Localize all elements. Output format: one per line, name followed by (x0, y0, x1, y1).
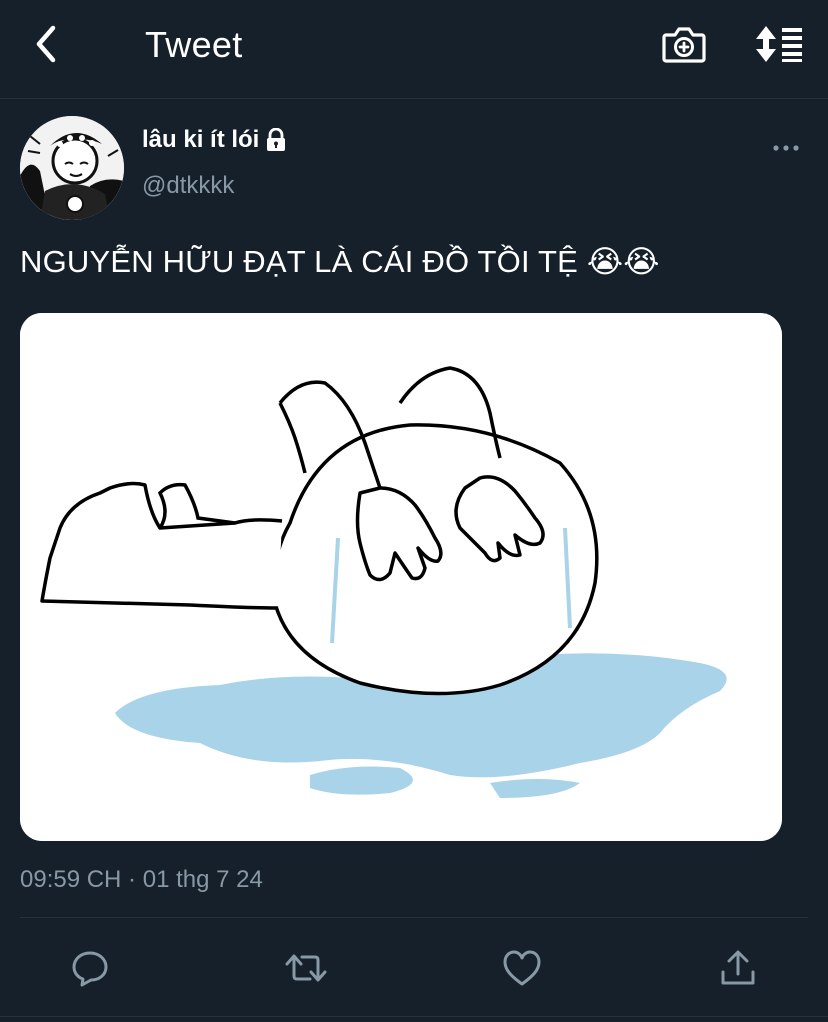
share-button[interactable] (710, 940, 766, 996)
tweet-timestamp: 09:59 CH · 01 thg 7 24 (20, 866, 263, 893)
share-icon (721, 950, 755, 985)
author-handle: @dtkkkk (142, 172, 235, 199)
sort-icon (756, 26, 802, 62)
crying-cartoon-illustration (20, 313, 782, 841)
retweet-icon (285, 954, 327, 982)
chevron-left-icon (36, 25, 56, 63)
author-display-name: lâu ki ít lói (142, 126, 260, 153)
camera-plus-icon (662, 27, 706, 63)
more-horizontal-icon (773, 145, 799, 151)
more-options-button[interactable] (768, 132, 804, 164)
divider (20, 917, 808, 918)
sort-button[interactable] (752, 18, 808, 70)
lock-icon (267, 128, 286, 151)
tweet-media-image[interactable] (20, 313, 782, 841)
avatar-image (20, 116, 124, 220)
camera-button[interactable] (658, 18, 710, 70)
author-name-row[interactable]: lâu ki ít lói (142, 126, 287, 154)
back-button[interactable] (22, 18, 70, 70)
avatar[interactable] (20, 116, 124, 220)
retweet-button[interactable] (278, 940, 334, 996)
page-title: Tweet (145, 24, 243, 65)
heart-icon (503, 950, 541, 986)
reply-icon (72, 951, 108, 987)
top-bar: Tweet (0, 0, 828, 99)
tweet-action-bar (0, 940, 828, 996)
bottom-divider (0, 1016, 828, 1017)
reply-button[interactable] (62, 940, 118, 996)
tweet-text: NGUYỄN HỮU ĐẠT LÀ CÁI ĐỒ TỒI TỆ 😭😭 (20, 244, 660, 279)
like-button[interactable] (494, 940, 550, 996)
